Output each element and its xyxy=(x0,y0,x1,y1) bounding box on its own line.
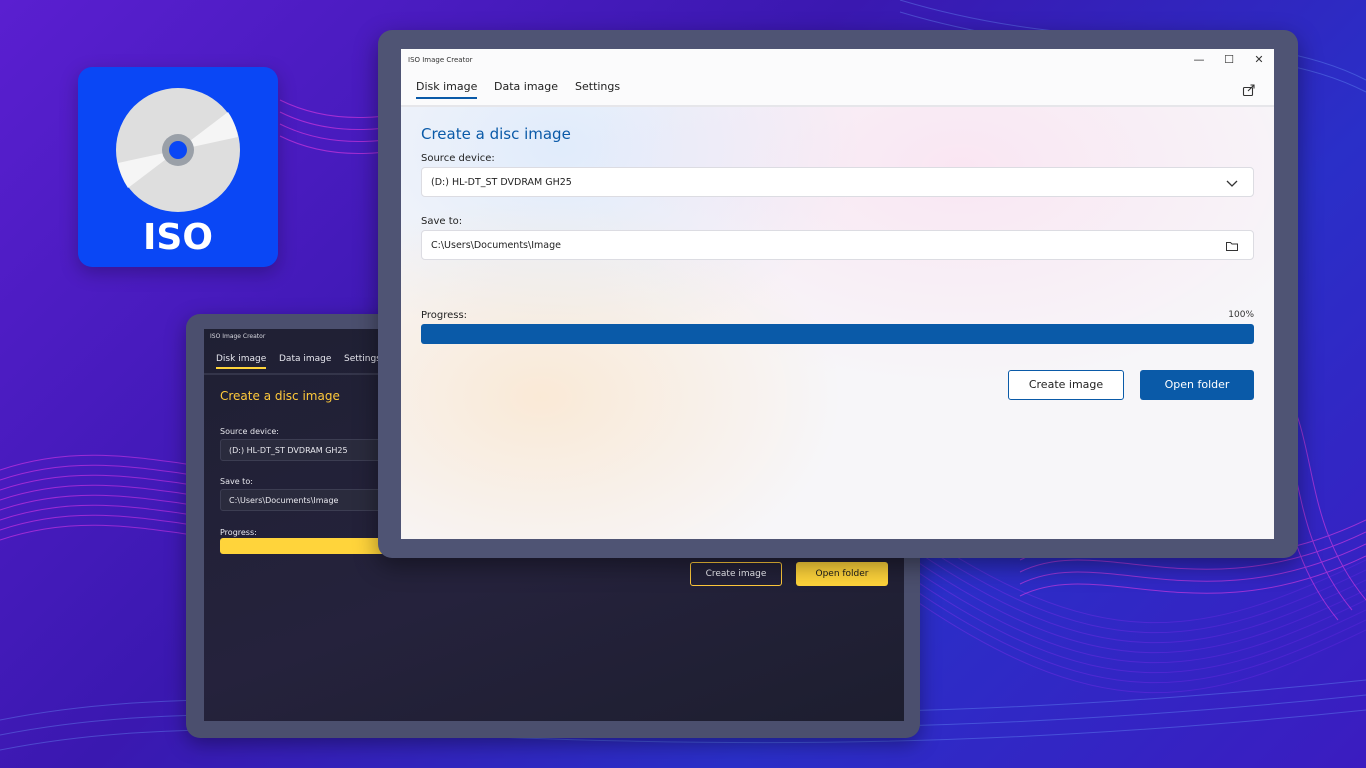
dark-tab-settings[interactable]: Settings xyxy=(344,354,381,364)
tab-settings[interactable]: Settings xyxy=(575,80,620,93)
source-device-value: (D:) HL-DT_ST DVDRAM GH25 xyxy=(431,177,572,188)
iso-icon-label: ISO xyxy=(143,217,213,258)
dark-page-title: Create a disc image xyxy=(220,389,340,403)
share-icon[interactable] xyxy=(1242,83,1256,97)
page-title: Create a disc image xyxy=(421,125,571,143)
light-window-title: ISO Image Creator xyxy=(408,56,473,64)
light-window: ISO Image Creator — ☐ ✕ Disk image Data … xyxy=(401,49,1274,539)
save-to-label: Save to: xyxy=(421,216,463,227)
minimize-button[interactable]: — xyxy=(1184,51,1214,69)
light-tab-divider xyxy=(401,105,1274,107)
create-image-button[interactable]: Create image xyxy=(1008,370,1124,400)
dark-tab-disk-image[interactable]: Disk image xyxy=(216,354,267,369)
dark-window-title: ISO Image Creator xyxy=(210,333,266,340)
dark-save-label: Save to: xyxy=(220,477,253,486)
source-device-select[interactable]: (D:) HL-DT_ST DVDRAM GH25 xyxy=(421,167,1254,197)
tab-disk-image[interactable]: Disk image xyxy=(416,80,478,99)
progress-bar xyxy=(421,324,1254,344)
close-button[interactable]: ✕ xyxy=(1244,51,1274,69)
dark-progress-label: Progress: xyxy=(220,528,257,537)
maximize-button[interactable]: ☐ xyxy=(1214,51,1244,69)
iso-app-icon: ISO xyxy=(78,67,278,267)
save-path-field[interactable]: C:\Users\Documents\Image xyxy=(421,230,1254,260)
dark-tab-data-image[interactable]: Data image xyxy=(279,354,331,364)
progress-percent: 100% xyxy=(1228,310,1254,320)
progress-label: Progress: xyxy=(421,310,468,321)
dark-create-image-button[interactable]: Create image xyxy=(690,562,782,586)
progress-fill xyxy=(421,324,1254,344)
light-window-frame: ISO Image Creator — ☐ ✕ Disk image Data … xyxy=(378,30,1298,558)
source-device-label: Source device: xyxy=(421,153,495,164)
dark-source-label: Source device: xyxy=(220,427,279,436)
tab-data-image[interactable]: Data image xyxy=(494,80,558,93)
dark-open-folder-button[interactable]: Open folder xyxy=(796,562,888,586)
open-folder-button[interactable]: Open folder xyxy=(1140,370,1254,400)
light-title-bar xyxy=(401,49,1274,105)
folder-icon[interactable] xyxy=(1225,239,1239,253)
save-path-value: C:\Users\Documents\Image xyxy=(431,240,561,251)
chevron-down-icon xyxy=(1226,180,1238,187)
